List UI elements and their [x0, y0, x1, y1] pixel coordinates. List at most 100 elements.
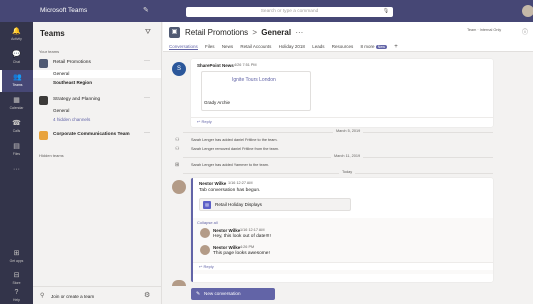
team-name: Retail Promotions: [53, 60, 91, 65]
rail-more[interactable]: ···: [0, 162, 33, 184]
teams-icon: 👥: [13, 74, 22, 81]
gear-icon[interactable]: ⚙: [144, 291, 150, 299]
more-icon: ···: [13, 166, 20, 173]
team-strategy-planning[interactable]: Strategy and Planning ···: [33, 95, 161, 106]
reply-button[interactable]: ↩ Reply: [191, 117, 493, 125]
microphone-icon[interactable]: 🎙: [383, 7, 389, 17]
breadcrumb-channel: General: [261, 28, 292, 37]
sharepoint-icon: S: [172, 62, 186, 76]
reply-text: This page looks awesome!: [213, 251, 270, 256]
rail-label: Files: [12, 152, 21, 156]
date-label: Today: [339, 170, 356, 174]
date-label: March 11, 2019: [331, 154, 364, 158]
post-time: 1/16 12:27 AM: [228, 181, 253, 185]
post-text: Tab conversation has begun.: [199, 188, 261, 193]
channel-general[interactable]: General: [33, 107, 161, 115]
tab-files[interactable]: Files: [205, 44, 215, 49]
attachment-title: Retail Holiday Displays: [215, 202, 262, 207]
avatar: [172, 180, 186, 194]
reply-time: 4:26 PM: [240, 245, 255, 249]
breadcrumb-team[interactable]: Retail Promotions: [185, 28, 248, 37]
more-tabs-label: 8 more: [360, 44, 375, 49]
more-options-icon[interactable]: ···: [144, 95, 150, 101]
system-message: Sarah Lenger has added Yammer to the tea…: [191, 163, 269, 167]
rail-files[interactable]: ▤ Files: [0, 139, 33, 161]
app-rail: 🔔 Activity 💬 Chat 👥 Teams ▦ Calendar ☎ C…: [0, 22, 33, 304]
new-conversation-button[interactable]: ✎ New conversation: [191, 288, 275, 300]
profile-avatar[interactable]: [522, 5, 533, 17]
app-name: Microsoft Teams: [40, 7, 88, 14]
rail-label: Activity: [11, 37, 22, 41]
rail-label: Chat: [12, 60, 21, 64]
conversation-card: Nestor Wilke 1/16 12:27 AM Tab conversat…: [191, 178, 493, 282]
tab-resources[interactable]: Resources: [332, 44, 354, 49]
pane-title: Teams: [40, 29, 65, 38]
date-label: March 5, 2019: [333, 129, 364, 133]
phone-icon: ☎: [12, 120, 21, 127]
team-name: Strategy and Planning: [53, 97, 101, 102]
tab-retail-accounts[interactable]: Retail Accounts: [240, 44, 271, 49]
team-retail-promotions[interactable]: Retail Promotions ···: [33, 58, 161, 69]
tab-holiday-2018[interactable]: Holiday 2018: [279, 44, 305, 49]
rail-calls[interactable]: ☎ Calls: [0, 116, 33, 138]
rail-label: Teams: [12, 83, 23, 87]
news-author: Grady Archie: [204, 100, 231, 105]
channel-general[interactable]: General: [33, 70, 161, 78]
reply-label: Reply: [201, 119, 212, 124]
chat-icon: 💬: [12, 51, 21, 58]
tab-attachment[interactable]: ▤ Retail Holiday Displays: [199, 198, 351, 211]
team-corporate-communications[interactable]: Corporate Communications Team ···: [33, 130, 161, 141]
new-chat-icon[interactable]: ✎: [143, 6, 149, 14]
sharepoint-news-card: SharePoint News 4/26 7:51 PM Ignite Tour…: [191, 59, 493, 127]
team-name: Corporate Communications Team: [53, 132, 130, 137]
system-message: Sarah Lenger removed daniel Fritline fro…: [191, 147, 280, 151]
apps-icon: ⊞: [13, 250, 20, 257]
channel-more-icon[interactable]: ···: [295, 28, 303, 37]
people-icon: ⚇: [175, 137, 180, 143]
search-input[interactable]: Search or type a command 🎙: [186, 7, 393, 17]
avatar: [200, 228, 210, 238]
tab-leads[interactable]: Leads: [312, 44, 324, 49]
org-badge: Team · Internal Only: [467, 28, 502, 32]
collapse-all-link[interactable]: Collapse all: [197, 220, 218, 225]
team-avatar: [39, 131, 48, 140]
info-icon[interactable]: ⓘ: [522, 27, 528, 36]
tab-news[interactable]: News: [222, 44, 233, 49]
news-link[interactable]: Ignite Tours London: [232, 77, 276, 83]
news-preview[interactable]: Ignite Tours London Grady Archie: [201, 71, 311, 111]
hidden-teams-label[interactable]: Hidden teams: [39, 153, 64, 158]
rail-label: Calendar: [9, 106, 24, 110]
channel-southeast-region[interactable]: Southeast Region: [33, 79, 161, 87]
team-logo: ▣: [169, 27, 180, 38]
rail-teams[interactable]: 👥 Teams: [0, 70, 33, 92]
rail-label: Calls: [12, 129, 21, 133]
more-options-icon[interactable]: ···: [144, 58, 150, 64]
title-bar: Microsoft Teams ✎ Search or type a comma…: [0, 0, 533, 22]
rail-calendar[interactable]: ▦ Calendar: [0, 93, 33, 115]
help-icon: ?: [14, 289, 19, 296]
rail-activity[interactable]: 🔔 Activity: [0, 24, 33, 46]
compose-icon: ✎: [196, 291, 201, 297]
new-conversation-label: New conversation: [204, 291, 241, 296]
post-author: Nestor Wilke: [199, 181, 227, 186]
more-options-icon[interactable]: ···: [144, 130, 150, 136]
tab-icon: ▤: [203, 201, 211, 209]
rail-chat[interactable]: 💬 Chat: [0, 47, 33, 69]
search-placeholder: Search or type a command: [260, 9, 319, 14]
breadcrumb-separator: >: [252, 28, 258, 37]
rail-help[interactable]: ? Help: [0, 285, 33, 304]
add-tab-icon[interactable]: +: [394, 44, 398, 50]
store-icon: ⊟: [13, 272, 20, 279]
hidden-channels-link[interactable]: 4 hidden channels: [33, 116, 161, 124]
tab-more[interactable]: 8 more New: [361, 44, 387, 49]
tab-conversations[interactable]: Conversations: [169, 44, 198, 50]
rail-get-apps[interactable]: ⊞ Get apps: [0, 246, 33, 268]
channel-view: ▣ Retail Promotions > General ··· Team ·…: [163, 22, 533, 304]
reply-text: Hey, this look out of date!!!!: [213, 234, 271, 239]
join-team-button[interactable]: Join or create a team: [51, 294, 94, 299]
filter-icon[interactable]: ⛛: [145, 29, 151, 37]
reply-button[interactable]: ↩ Reply: [193, 262, 493, 270]
rail-label: Help: [13, 298, 20, 302]
bell-icon: 🔔: [12, 28, 21, 35]
reply-label: Reply: [203, 264, 214, 269]
